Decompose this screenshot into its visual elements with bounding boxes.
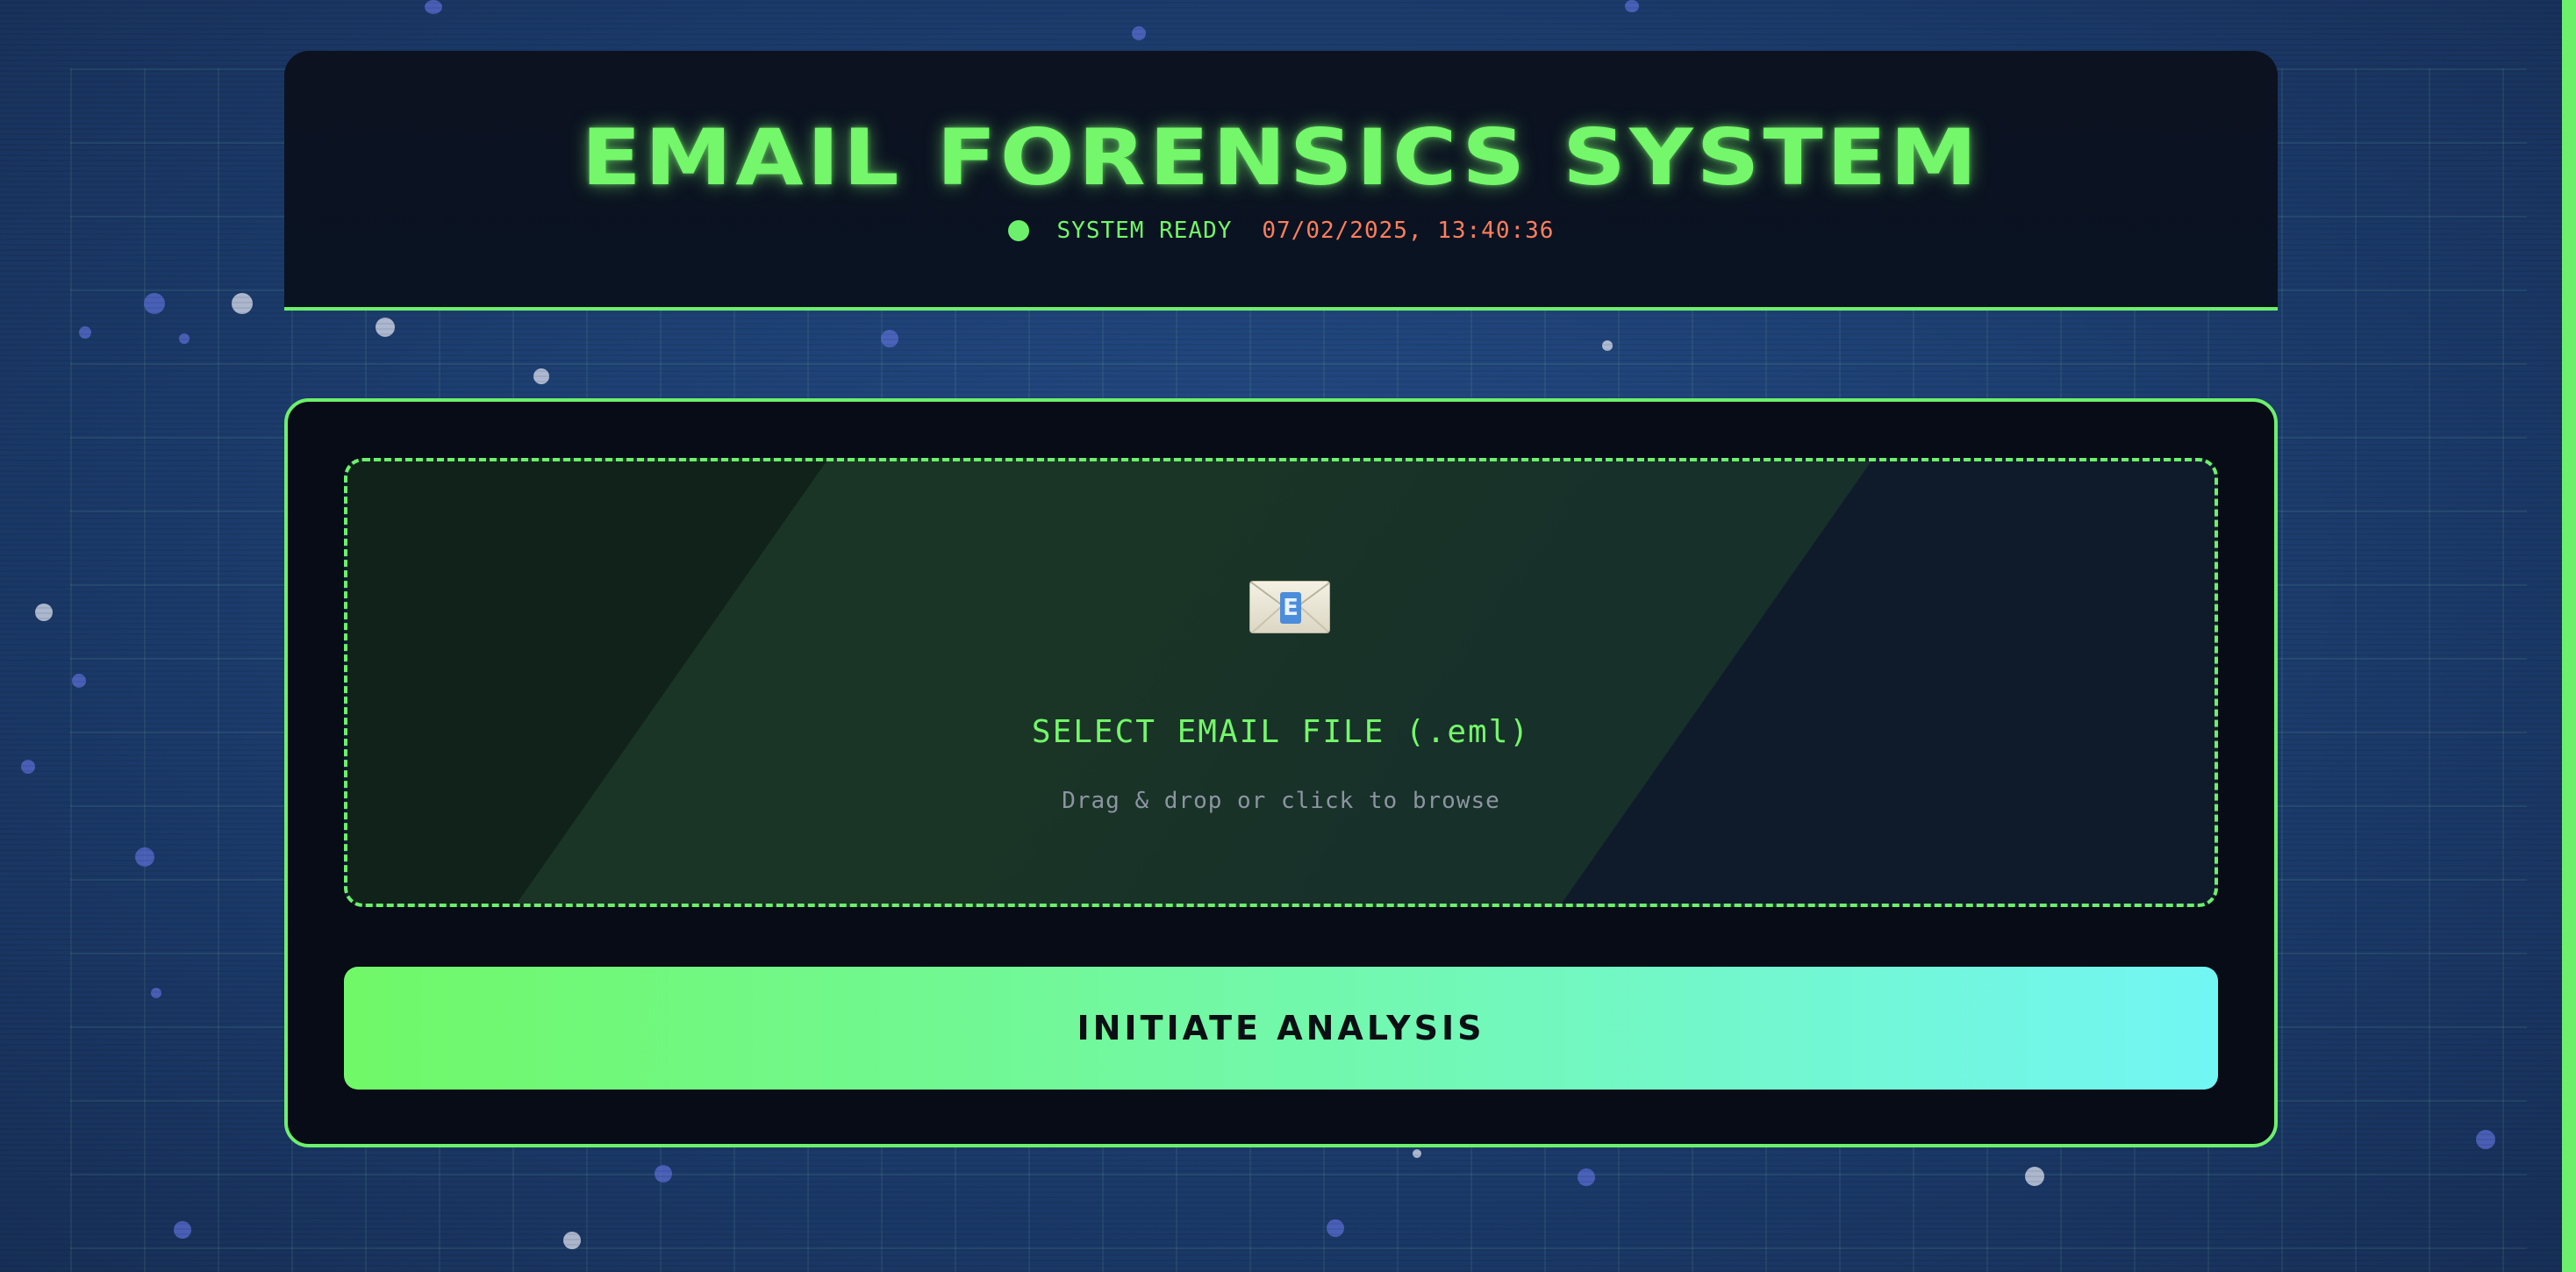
timestamp: 07/02/2025, 13:40:36 [1262, 218, 1555, 244]
envelope-icon: E [1249, 581, 1330, 633]
dropzone-subtitle: Drag & drop or click to browse [1062, 788, 1500, 814]
system-status: SYSTEM READY 07/02/2025, 13:40:36 [284, 218, 2278, 244]
upload-panel: E SELECT EMAIL FILE (.eml) Drag & drop o… [284, 398, 2278, 1147]
header-panel: EMAIL FORENSICS SYSTEM SYSTEM READY 07/0… [284, 51, 2278, 311]
file-dropzone[interactable]: E SELECT EMAIL FILE (.eml) Drag & drop o… [344, 458, 2218, 907]
envelope-letter: E [1280, 592, 1301, 624]
initiate-analysis-button[interactable]: INITIATE ANALYSIS [344, 967, 2218, 1090]
page-title: EMAIL FORENSICS SYSTEM [581, 112, 1981, 204]
scrollbar[interactable] [2562, 0, 2576, 1272]
status-text: SYSTEM READY [1056, 218, 1233, 244]
status-dot-icon [1007, 220, 1029, 241]
dropzone-title: SELECT EMAIL FILE (.eml) [1031, 714, 1531, 750]
